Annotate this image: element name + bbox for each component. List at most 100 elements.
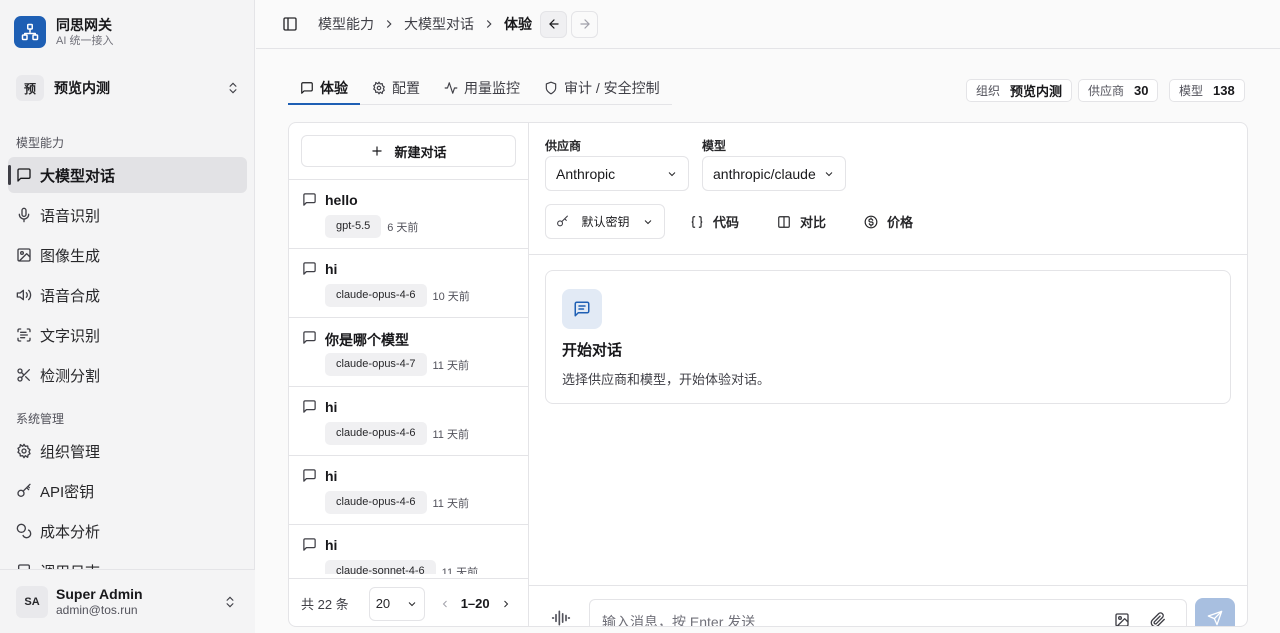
conversation-sidebar: 新建对话 hello gpt-5.5 6 天前 hi claude-opus-4… [289,123,529,626]
mic-icon [18,207,30,223]
pagination: 共 22 条 20 1–20 [289,578,528,626]
sidebar-item-image[interactable]: 图像生成 [8,237,247,273]
conversation-list[interactable]: hello gpt-5.5 6 天前 hi claude-opus-4-6 10… [289,179,528,574]
conversation-title: hi [325,537,338,553]
api-key-select[interactable]: 默认密钥 [545,204,665,239]
back-button[interactable] [540,10,567,38]
tab-bar: 体验 配置 用量监控 审计 / 安全控制 [288,72,672,105]
voice-input-button[interactable] [551,608,571,626]
sidebar-item-tts[interactable]: 语音合成 [8,277,247,313]
conversation-time: 11 天前 [432,359,469,372]
topbar: 模型能力 大模型对话 体验 [256,0,1280,49]
brand[interactable]: 同思网关 AI 统一接入 [14,16,113,48]
chevron-right-icon [386,20,392,28]
breadcrumb-item[interactable]: 模型能力 [318,14,374,34]
coins-icon [16,523,32,539]
sidebar-item-segment[interactable]: 检测分割 [8,357,247,393]
forward-button[interactable] [571,10,598,38]
sidebar-item-label: 检测分割 [40,367,101,385]
brand-subtitle: AI 统一接入 [56,34,114,47]
conversation-title: hi [325,261,338,277]
image-icon[interactable] [1114,612,1130,627]
list-item[interactable]: hi claude-opus-4-6 11 天前 [289,456,528,525]
empty-description: 选择供应商和模型，开始体验对话。 [562,372,771,387]
user-email: admin@tos.run [56,603,138,617]
send-button[interactable] [1195,598,1235,626]
breadcrumb-item[interactable]: 大模型对话 [404,14,474,34]
message-square-text-icon [562,289,602,329]
chat-icon [303,331,316,344]
conversation-title: hi [325,399,338,415]
sidebar-item-label: 文字识别 [40,327,101,345]
sidebar-item-label: 图像生成 [40,247,101,265]
speaker-icon [16,289,32,301]
model-select[interactable]: anthropic/claude [702,156,846,191]
chat-icon [303,262,316,275]
sidebar-toggle-button[interactable] [282,16,298,32]
empty-title: 开始对话 [562,342,623,359]
list-item[interactable]: hello gpt-5.5 6 天前 [289,180,528,249]
user-menu[interactable]: SA Super Admin admin@tos.run [0,569,255,633]
list-item[interactable]: 你是哪个模型 claude-opus-4-7 11 天前 [289,318,528,387]
price-button[interactable]: 价格 [864,204,913,239]
audio-waveform-icon [551,610,571,626]
key-icon [17,483,31,497]
model-config-bar: 供应商 Anthropic 模型 anthropic/claude 默认密钥 代… [529,123,1247,255]
arrow-left-icon [548,19,559,29]
tab-experience[interactable]: 体验 [288,72,360,105]
sidebar-item-cost[interactable]: 成本分析 [8,513,247,549]
page-size-value: 20 [375,596,391,611]
list-item[interactable]: hi claude-opus-4-6 10 天前 [289,249,528,318]
braces-icon [691,215,703,228]
stat-label: 组织 [976,84,1001,98]
sidebar-item-apikey[interactable]: API密钥 [8,473,247,509]
send-icon [1207,610,1223,626]
stat-org: 组织 预览内测 [966,79,1073,102]
stat-provider: 供应商 30 [1078,79,1159,102]
next-page-icon[interactable] [500,598,512,610]
chat-icon [303,400,316,413]
activity-icon [444,82,458,94]
message-input[interactable]: 输入消息，按 Enter 发送 [589,599,1187,627]
brand-title: 同思网关 [56,16,112,33]
avatar: SA [16,585,48,618]
list-item[interactable]: hi claude-sonnet-4-6 11 天前 [289,525,528,574]
sidebar-item-chat[interactable]: 大模型对话 [8,157,247,193]
stat-label: 模型 [1179,84,1204,98]
sidebar-item-asr[interactable]: 语音识别 [8,197,247,233]
sidebar-item-org[interactable]: 组织管理 [8,433,247,469]
model-chip: claude-opus-4-6 [325,491,427,514]
panel-left-icon [283,17,297,31]
conversation-time: 6 天前 [387,221,419,234]
code-button[interactable]: 代码 [690,204,739,239]
code-label: 代码 [713,215,740,230]
stat-value: 预览内测 [1010,84,1063,99]
compare-button[interactable]: 对比 [777,204,826,239]
page-size-select[interactable]: 20 [368,586,425,621]
tab-config[interactable]: 配置 [360,72,432,104]
price-label: 价格 [887,215,914,230]
provider-select[interactable]: Anthropic [545,156,689,191]
model-chip: claude-opus-4-7 [325,353,427,376]
columns-icon [778,215,790,228]
network-logo-icon [14,16,46,48]
org-switcher[interactable]: 预 预览内测 [16,75,240,101]
prev-page-icon[interactable] [439,598,451,610]
sidebar-item-ocr[interactable]: 文字识别 [8,317,247,353]
tab-usage[interactable]: 用量监控 [432,72,532,104]
new-chat-label: 新建对话 [394,144,447,160]
new-chat-button[interactable]: 新建对话 [301,135,516,167]
composer: 输入消息，按 Enter 发送 [529,585,1247,627]
chat-main: 供应商 Anthropic 模型 anthropic/claude 默认密钥 代… [529,123,1247,627]
page-range: 1–20 [460,596,490,611]
tab-label: 体验 [320,79,348,96]
list-item[interactable]: hi claude-opus-4-6 11 天前 [289,387,528,456]
dollar-icon [864,215,878,228]
chat-icon [301,81,313,94]
chat-icon [303,469,316,482]
paperclip-icon[interactable] [1150,612,1166,627]
key-icon [557,215,568,227]
stat-value: 138 [1213,83,1235,98]
conversation-title: hello [325,192,358,208]
tab-audit[interactable]: 审计 / 安全控制 [532,72,672,104]
